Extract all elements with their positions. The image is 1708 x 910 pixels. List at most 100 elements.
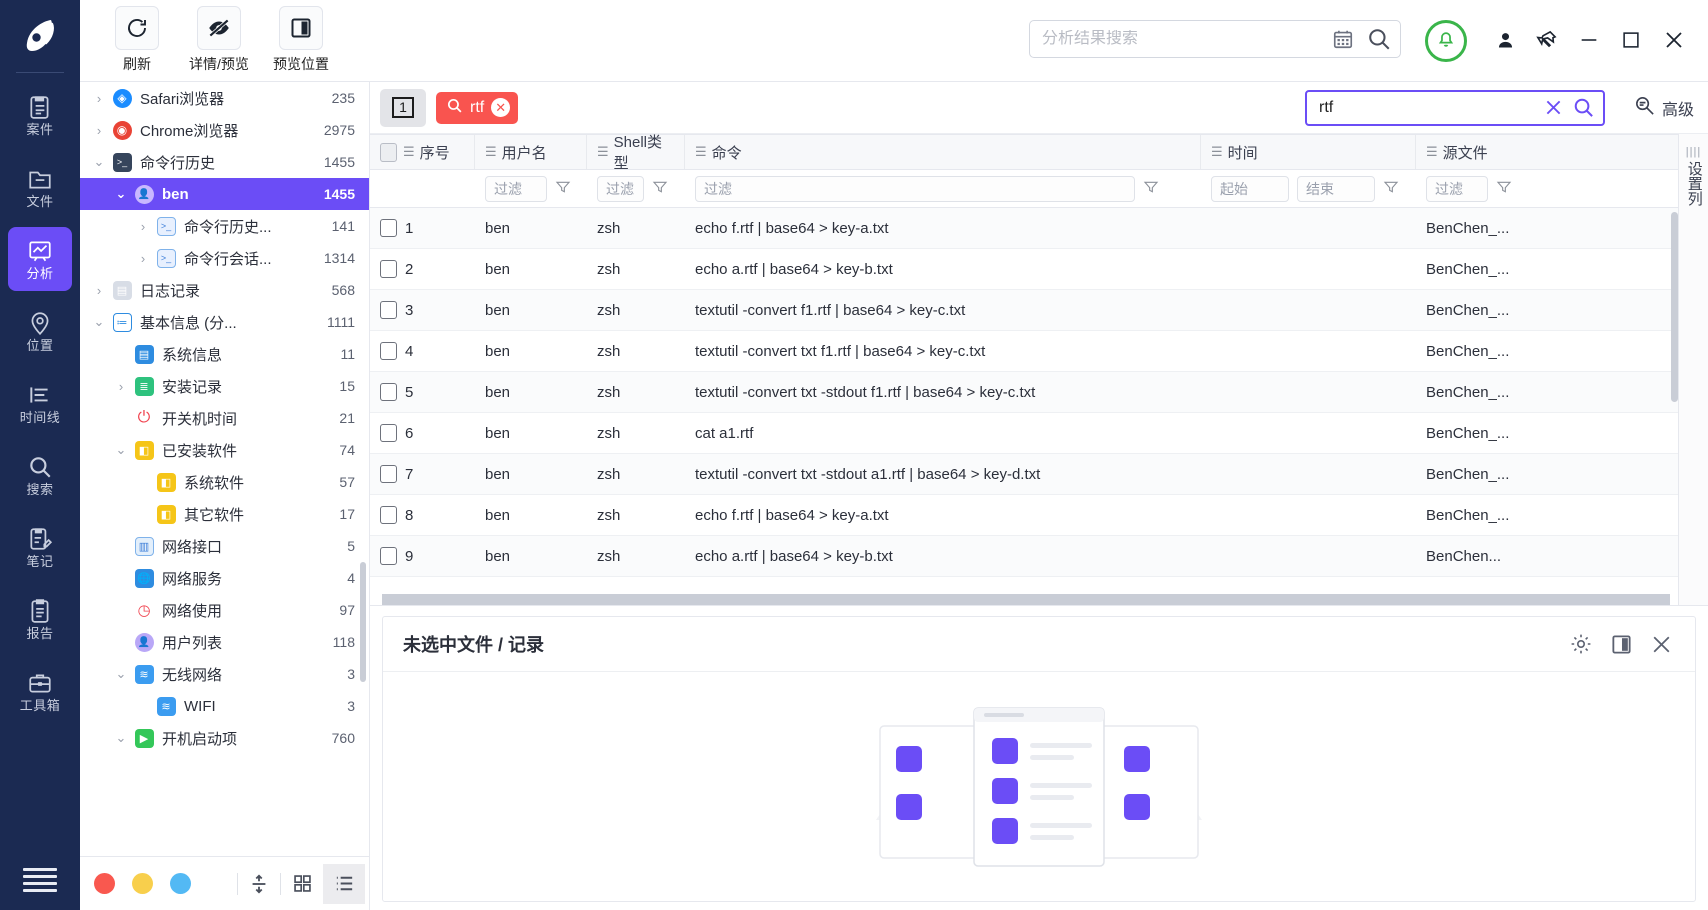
sidebar-item-toolbox[interactable]: 工具箱: [8, 659, 72, 723]
tree-item[interactable]: ⌄ ◧ 已安装软件 74: [80, 434, 369, 466]
tree-item[interactable]: ⌄ ≋ 无线网络 3: [80, 658, 369, 690]
filter-cell-command[interactable]: 过滤: [685, 170, 1201, 207]
row-checkbox[interactable]: [380, 465, 397, 483]
funnel-icon[interactable]: [555, 179, 571, 198]
filter-cell-shell[interactable]: 过滤: [587, 170, 685, 207]
tree-item[interactable]: › >_ 命令行会话... 1314: [80, 242, 369, 274]
table-vertical-scrollbar[interactable]: [1671, 212, 1678, 402]
table-horizontal-scrollbar[interactable]: [382, 594, 1670, 605]
list-view-icon[interactable]: [323, 863, 365, 904]
filter-input-source[interactable]: 过滤: [1426, 175, 1488, 202]
status-dot-blue[interactable]: [170, 873, 191, 894]
column-header-source[interactable]: ☰ 源文件: [1416, 135, 1678, 169]
minimize-icon[interactable]: [1578, 29, 1600, 51]
filter-input-time-start[interactable]: 起始: [1211, 175, 1289, 202]
sidebar-item-case[interactable]: 案件: [8, 83, 72, 147]
detail-preview-button[interactable]: 详情/预览: [178, 6, 260, 74]
notification-button[interactable]: [1425, 20, 1467, 62]
advanced-search-button[interactable]: 高级: [1633, 94, 1694, 122]
funnel-icon[interactable]: [652, 179, 668, 198]
table-row[interactable]: 8 ben zsh echo f.rtf | base64 > key-a.txt Be…: [370, 495, 1678, 536]
tree-item[interactable]: ⌄ 👤 ben 1455: [80, 178, 369, 210]
tree-item[interactable]: 🌐 网络服务 4: [80, 562, 369, 594]
funnel-icon[interactable]: [1143, 179, 1159, 198]
expand-collapse-icon[interactable]: [238, 864, 280, 904]
table-body[interactable]: 1 ben zsh echo f.rtf | base64 > key-a.txt Be…: [370, 208, 1678, 605]
global-search-input[interactable]: [1042, 30, 1332, 48]
tree-item[interactable]: ◷ 网络使用 97: [80, 594, 369, 626]
tree-vertical-scrollbar[interactable]: [360, 562, 366, 682]
close-circle-icon[interactable]: ✕: [491, 98, 511, 117]
filter-input-command[interactable]: 过滤: [695, 175, 1135, 202]
table-row[interactable]: 4 ben zsh textutil -convert txt f1.rtf | ba…: [370, 331, 1678, 372]
filter-cell-source[interactable]: 过滤: [1416, 170, 1678, 207]
tree-item[interactable]: › ≣ 安装记录 15: [80, 370, 369, 402]
filter-count-badge[interactable]: 1: [380, 88, 426, 127]
tree-item[interactable]: › ◉ Chrome浏览器 2975: [80, 114, 369, 146]
result-search-input[interactable]: [1318, 98, 1535, 117]
filter-cell-time[interactable]: 起始 结束: [1201, 170, 1416, 207]
filter-input-user[interactable]: 过滤: [485, 175, 547, 202]
row-checkbox[interactable]: [380, 219, 397, 237]
chevron-right-icon[interactable]: ›: [132, 219, 154, 234]
chevron-down-icon[interactable]: ⌄: [88, 154, 110, 170]
search-icon[interactable]: [1572, 96, 1595, 119]
tree-item[interactable]: ≋ WIFI 3: [80, 690, 369, 722]
search-icon[interactable]: [1366, 26, 1392, 52]
global-search-box[interactable]: [1029, 20, 1401, 58]
sidebar-item-files[interactable]: 文件: [8, 155, 72, 219]
tree-item[interactable]: ◧ 其它软件 17: [80, 498, 369, 530]
select-all-checkbox[interactable]: [380, 142, 397, 162]
chevron-right-icon[interactable]: ›: [88, 91, 110, 106]
tree-item[interactable]: ▥ 网络接口 5: [80, 530, 369, 562]
tree-item[interactable]: ▤ 系统信息 11: [80, 338, 369, 370]
filter-cell-user[interactable]: 过滤: [475, 170, 587, 207]
row-checkbox[interactable]: [380, 301, 397, 319]
result-search-box[interactable]: [1304, 89, 1605, 126]
maximize-icon[interactable]: [1620, 29, 1642, 51]
column-header-time[interactable]: ☰ 时间: [1201, 135, 1416, 169]
chevron-right-icon[interactable]: ›: [88, 283, 110, 298]
chevron-right-icon[interactable]: ›: [88, 123, 110, 138]
sidebar-item-search[interactable]: 搜索: [8, 443, 72, 507]
table-row[interactable]: 7 ben zsh textutil -convert txt -stdout a1.…: [370, 454, 1678, 495]
chevron-right-icon[interactable]: ›: [110, 379, 132, 394]
table-row[interactable]: 2 ben zsh echo a.rtf | base64 > key-b.txt Be…: [370, 249, 1678, 290]
tree-item[interactable]: ⌄ ≔ 基本信息 (分... 1111: [80, 306, 369, 338]
sidebar-item-timeline[interactable]: 时间线: [8, 371, 72, 435]
gear-icon[interactable]: [1561, 624, 1601, 664]
tree-item[interactable]: › ▤ 日志记录 568: [80, 274, 369, 306]
chevron-down-icon[interactable]: ⌄: [88, 314, 110, 330]
tree-item[interactable]: ⌄ >_ 命令行历史 1455: [80, 146, 369, 178]
row-checkbox[interactable]: [380, 506, 397, 524]
close-icon[interactable]: [1662, 28, 1686, 52]
refresh-button[interactable]: 刷新: [96, 6, 178, 74]
chevron-right-icon[interactable]: ›: [132, 251, 154, 266]
sidebar-item-notes[interactable]: 笔记: [8, 515, 72, 579]
table-row[interactable]: 5 ben zsh textutil -convert txt -stdout f1.…: [370, 372, 1678, 413]
clear-x-icon[interactable]: [1543, 97, 1564, 118]
calendar-icon[interactable]: [1332, 28, 1354, 50]
funnel-icon[interactable]: [1496, 179, 1512, 198]
row-checkbox[interactable]: [380, 383, 397, 401]
tree-item[interactable]: ⌄ ▶ 开机启动项 760: [80, 722, 369, 754]
table-row[interactable]: 1 ben zsh echo f.rtf | base64 > key-a.txt Be…: [370, 208, 1678, 249]
row-checkbox[interactable]: [380, 260, 397, 278]
column-header-shell[interactable]: ☰ Shell类型: [587, 134, 685, 172]
close-icon[interactable]: [1641, 624, 1681, 664]
table-row[interactable]: 3 ben zsh textutil -convert f1.rtf | base64…: [370, 290, 1678, 331]
sidebar-item-report[interactable]: 报告: [8, 587, 72, 651]
search-tag-chip[interactable]: rtf ✕: [436, 91, 519, 124]
column-header-no[interactable]: ☰ 序号: [370, 135, 475, 169]
status-dot-yellow[interactable]: [132, 873, 153, 894]
tree-item[interactable]: › >_ 命令行历史... 141: [80, 210, 369, 242]
chevron-down-icon[interactable]: ⌄: [110, 442, 132, 458]
filter-input-time-end[interactable]: 结束: [1297, 175, 1375, 202]
row-checkbox[interactable]: [380, 547, 397, 565]
sidebar-item-analysis[interactable]: 分析: [8, 227, 72, 291]
hamburger-menu-icon[interactable]: [23, 868, 57, 892]
tree-item[interactable]: › ◈ Safari浏览器 235: [80, 82, 369, 114]
row-checkbox[interactable]: [380, 424, 397, 442]
chevron-down-icon[interactable]: ⌄: [110, 666, 132, 682]
sidebar-item-location[interactable]: 位置: [8, 299, 72, 363]
